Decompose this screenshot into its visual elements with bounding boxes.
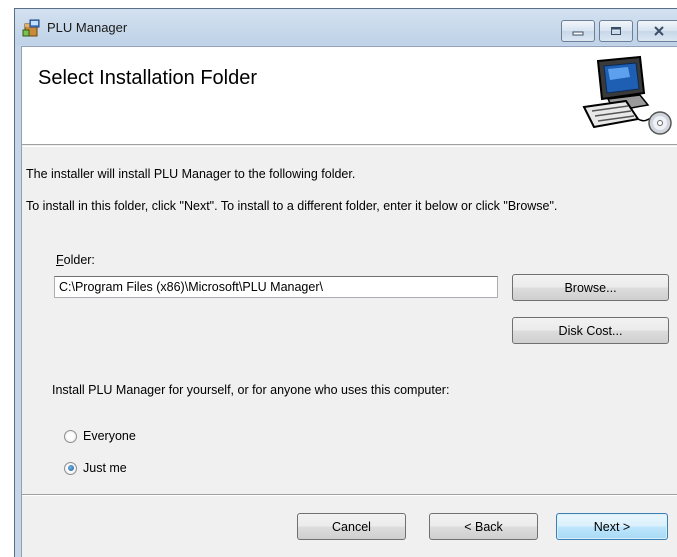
back-button[interactable]: < Back xyxy=(429,513,538,540)
folder-path-input[interactable] xyxy=(54,276,498,298)
radio-just-me-circle[interactable] xyxy=(64,461,77,475)
title-bar[interactable]: PLU Manager xyxy=(15,9,677,45)
page-title: Select Installation Folder xyxy=(38,67,258,89)
banner-divider xyxy=(22,146,677,147)
disk-cost-button[interactable]: Disk Cost... xyxy=(512,317,669,344)
folder-label-text: older: xyxy=(63,253,95,267)
radio-option-everyone[interactable]: Everyone xyxy=(64,429,136,443)
instruction-line-2: To install in this folder, click "Next".… xyxy=(26,199,558,213)
next-button[interactable]: Next > xyxy=(556,513,668,540)
radio-everyone-circle[interactable] xyxy=(64,429,77,443)
radio-just-me-label: Just me xyxy=(83,461,127,475)
browse-button[interactable]: Browse... xyxy=(512,274,669,301)
folder-label: Folder: xyxy=(56,253,95,267)
header-banner: Select Installation Folder xyxy=(22,47,677,145)
footer-separator-highlight xyxy=(22,495,677,496)
dialog-client-area: Select Installation Folder The installer… xyxy=(21,46,677,557)
radio-everyone-label: Everyone xyxy=(83,429,136,443)
radio-option-just-me[interactable]: Just me xyxy=(64,461,127,475)
window-title: PLU Manager xyxy=(47,20,128,35)
minimize-icon xyxy=(572,31,584,36)
close-icon xyxy=(653,26,664,36)
close-button[interactable] xyxy=(637,20,677,42)
installer-package-icon xyxy=(22,19,40,37)
maximize-icon xyxy=(611,27,621,35)
instruction-line-1: The installer will install PLU Manager t… xyxy=(26,167,356,181)
cancel-button[interactable]: Cancel xyxy=(297,513,406,540)
maximize-button[interactable] xyxy=(599,20,633,42)
minimize-button[interactable] xyxy=(561,20,595,42)
computer-disc-icon xyxy=(582,55,672,135)
folder-label-accelerator: F xyxy=(56,253,64,267)
install-scope-prompt: Install PLU Manager for yourself, or for… xyxy=(52,383,450,397)
installer-window: PLU Manager Select Installation Folder T… xyxy=(14,8,677,557)
